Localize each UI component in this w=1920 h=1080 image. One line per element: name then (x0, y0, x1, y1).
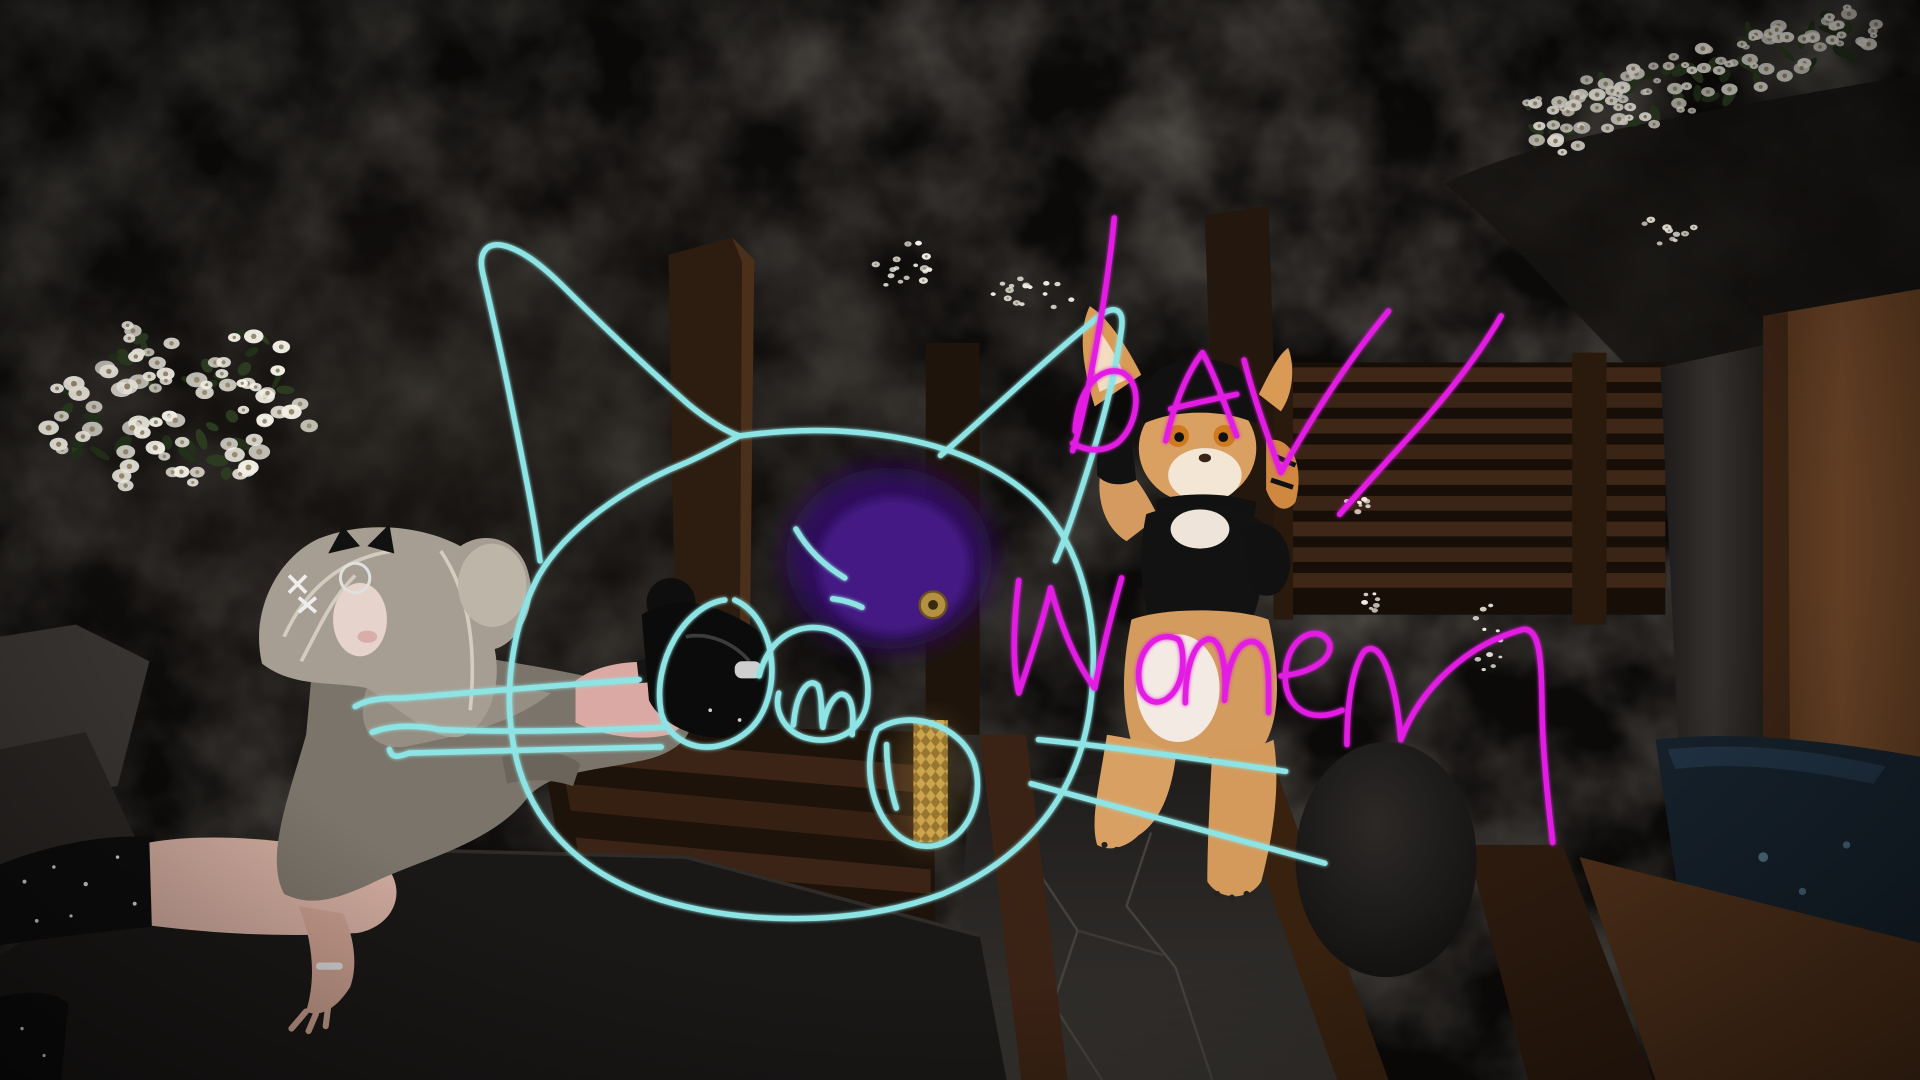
vignette (0, 0, 1920, 1080)
vr-world-scene (0, 0, 1920, 1080)
game-viewport (0, 0, 1920, 1080)
